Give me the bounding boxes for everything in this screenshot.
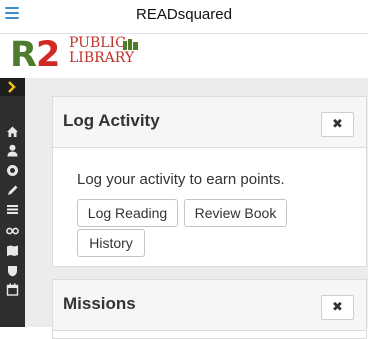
- missions-panel: Missions ✖: [52, 279, 367, 339]
- close-button[interactable]: ✖: [321, 295, 354, 320]
- books-icon: [123, 39, 138, 50]
- shield-icon[interactable]: [6, 264, 19, 277]
- app-title: READsquared: [136, 6, 232, 23]
- logo-two: 2: [35, 35, 60, 75]
- missions-header: Missions ✖: [53, 280, 366, 331]
- sidebar-toggle[interactable]: [0, 78, 25, 96]
- list-icon[interactable]: [6, 203, 19, 216]
- close-button[interactable]: ✖: [321, 112, 354, 137]
- glasses-icon[interactable]: [6, 224, 19, 237]
- close-icon: ✖: [332, 117, 343, 132]
- log-activity-panel: Log Activity ✖ Log your activity to earn…: [52, 96, 367, 267]
- pencil-icon[interactable]: [6, 184, 19, 197]
- log-reading-button[interactable]: Log Reading: [77, 199, 178, 227]
- user-icon[interactable]: [6, 144, 19, 157]
- history-button[interactable]: History: [77, 229, 145, 257]
- home-icon[interactable]: [6, 125, 19, 138]
- review-book-button[interactable]: Review Book: [184, 199, 287, 227]
- logo-r: R: [10, 35, 37, 75]
- close-icon: ✖: [332, 300, 343, 315]
- sidebar: [0, 78, 25, 327]
- log-activity-header: Log Activity ✖: [53, 97, 366, 148]
- panel-title: Log Activity: [63, 111, 160, 130]
- map-icon[interactable]: [6, 244, 19, 257]
- panel-title: Missions: [63, 294, 136, 313]
- log-activity-description: Log your activity to earn points.: [77, 171, 285, 188]
- gear-icon[interactable]: [6, 164, 19, 177]
- library-logo-mark[interactable]: R2: [10, 36, 70, 74]
- calendar-icon[interactable]: [6, 283, 19, 296]
- chevron-right-icon: [8, 81, 16, 93]
- logo-library: LIBRARY: [69, 50, 135, 66]
- top-bar: READsquared: [0, 0, 368, 34]
